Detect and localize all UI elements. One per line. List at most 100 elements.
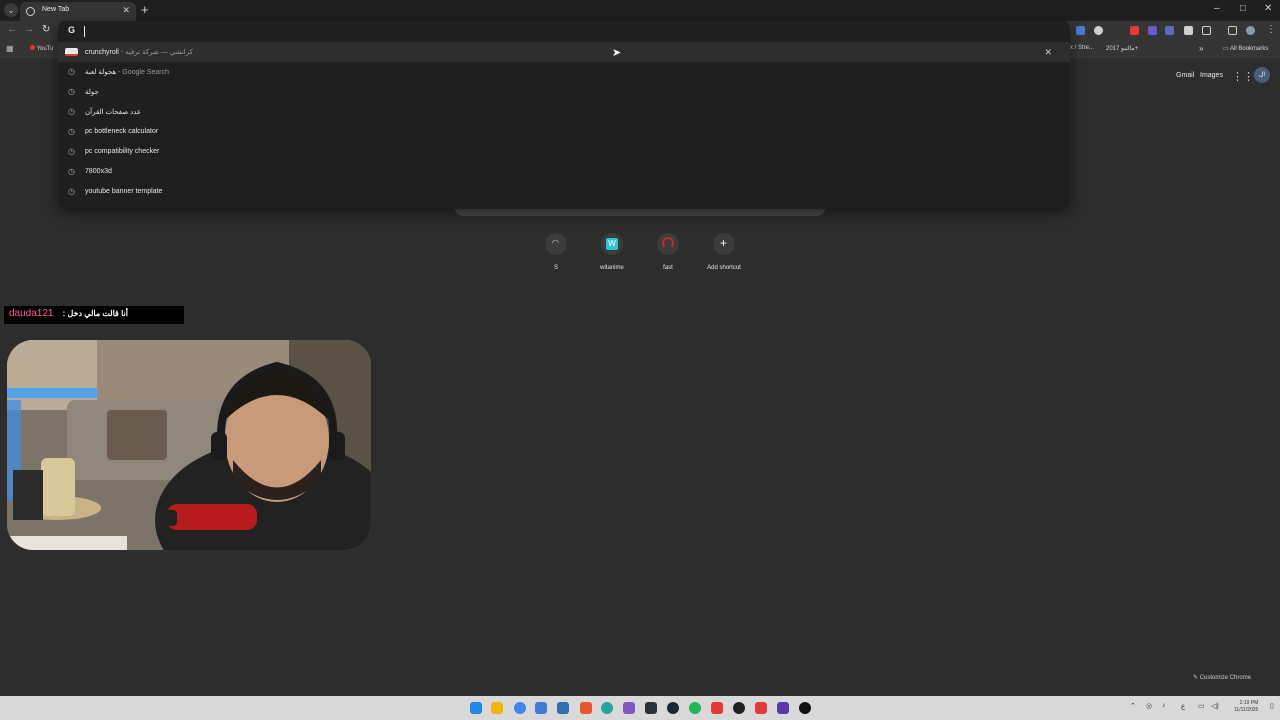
obs-icon[interactable]	[733, 702, 745, 714]
minimize-button[interactable]: –	[1214, 3, 1220, 14]
tab-search-button[interactable]: ⌄	[4, 3, 18, 17]
youtube-taskbar-icon[interactable]	[755, 702, 767, 714]
history-icon: ◷	[68, 107, 75, 116]
text-cursor	[84, 26, 85, 37]
screen: { "browser": { "tab": { "title": "New Ta…	[0, 0, 1280, 720]
extension-purple-icon[interactable]	[1148, 26, 1157, 35]
suggestion-row[interactable]: ◷ عدد صفحات القرآن	[58, 102, 1070, 122]
suggestion-sub: - كرانشي — شركة ترفيه	[120, 49, 193, 56]
speedometer-icon	[657, 233, 679, 255]
suggestion-row[interactable]: ◷ pc bottleneck calculator	[58, 122, 1070, 142]
shortcut-label: S	[553, 265, 558, 271]
steam-icon[interactable]	[667, 702, 679, 714]
suggestion-row[interactable]: crunchyroll - كرانشي — شركة ترفيه ✕	[58, 42, 1070, 62]
suggestion-text-wrap: هجولة لعبة - Google Search	[85, 68, 169, 76]
shortcut-label: witanime	[600, 265, 624, 271]
all-bookmarks[interactable]: ▭ All Bookmarks	[1223, 45, 1268, 52]
forward-icon[interactable]: →	[24, 24, 34, 35]
bookmark-arabic[interactable]: مالتيو 2017+	[1106, 45, 1138, 52]
bookmark-youtube-label: YouTu	[36, 46, 54, 52]
reload-icon[interactable]: ↻	[42, 24, 50, 35]
app-red-icon[interactable]	[711, 702, 723, 714]
suggestion-text: هجولة لعبة	[85, 69, 117, 76]
chevron-up-icon[interactable]: ⌃	[1130, 702, 1136, 710]
add-shortcut-button[interactable]: + Add shortcut	[696, 233, 752, 271]
tab-close-icon[interactable]: ✕	[122, 5, 130, 16]
webcam-illustration	[7, 340, 371, 550]
history-icon: ◷	[68, 187, 75, 196]
file-explorer-icon[interactable]	[491, 702, 503, 714]
pencil-icon: ✎	[1193, 675, 1200, 681]
tab-new-tab[interactable]: New Tab ✕	[20, 2, 136, 21]
history-icon: ◷	[68, 87, 75, 96]
suggestion-row[interactable]: ◷ هجولة لعبة - Google Search	[58, 62, 1070, 82]
omnibox-dropdown: G crunchyroll - كرانشي — شركة ترفيه ✕ ◷ …	[58, 21, 1070, 209]
suggestion-text-wrap: crunchyroll - كرانشي — شركة ترفيه	[85, 48, 193, 56]
brave-icon[interactable]	[580, 702, 592, 714]
mic-icon[interactable]: ♪	[1162, 702, 1166, 709]
images-link[interactable]: Images	[1200, 72, 1223, 79]
shield-icon[interactable]	[1184, 26, 1193, 35]
clock[interactable]: 2:19 PM 11/11/2025	[1234, 700, 1258, 714]
gmail-link[interactable]: Gmail	[1176, 72, 1194, 79]
extension-icon[interactable]	[1094, 26, 1103, 35]
new-tab-button[interactable]: +	[141, 2, 149, 17]
extensions-puzzle-icon[interactable]	[1202, 26, 1211, 35]
language-indicator[interactable]: ع	[1181, 702, 1185, 710]
clock-time: 2:19 PM	[1239, 700, 1259, 706]
history-icon: ◷	[68, 147, 75, 156]
shortcut-label: fast	[663, 265, 673, 271]
witanime-icon: W	[601, 233, 623, 255]
menu-icon[interactable]: ⋮	[1266, 24, 1276, 35]
extension-red-icon[interactable]	[1130, 26, 1139, 35]
app-purple-icon[interactable]	[623, 702, 635, 714]
back-icon[interactable]: ←	[7, 24, 17, 35]
maximize-button[interactable]: □	[1240, 3, 1246, 14]
display-icon[interactable]: ▭	[1198, 702, 1205, 710]
mouse-cursor-icon: ➤	[612, 47, 622, 59]
all-bookmarks-label: All Bookmarks	[1230, 46, 1269, 52]
store-icon[interactable]	[557, 702, 569, 714]
profile-icon[interactable]	[1246, 26, 1255, 35]
history-icon: ◷	[68, 127, 75, 136]
shortcut-s[interactable]: ◠ S	[528, 233, 584, 271]
extension-blue-icon[interactable]	[1165, 26, 1174, 35]
tab-bar: ⌄ New Tab ✕ + – □ ✕	[0, 0, 1280, 21]
tab-search-icon[interactable]	[1228, 26, 1237, 35]
spotify-icon[interactable]	[689, 702, 701, 714]
suggestion-text: pc compatibility checker	[85, 148, 160, 155]
shortcut-witanime[interactable]: W witanime	[584, 233, 640, 271]
youtube-icon	[30, 45, 35, 50]
bookmark-x[interactable]: x / Stre...	[1070, 45, 1094, 51]
customize-chrome-button[interactable]: ✎ Customize Chrome	[1193, 674, 1273, 688]
chrome-icon	[26, 7, 35, 16]
suggestion-text: crunchyroll	[85, 49, 119, 56]
twitch-icon[interactable]	[777, 702, 789, 714]
app-dark-icon[interactable]	[645, 702, 657, 714]
apps-grid-icon[interactable]: ▦	[6, 44, 14, 53]
volume-icon[interactable]: ◁)	[1211, 702, 1219, 710]
suggestion-row[interactable]: ◷ جولة	[58, 82, 1070, 102]
chrome-taskbar-icon[interactable]	[514, 702, 526, 714]
windows-start-icon[interactable]	[470, 702, 482, 714]
suggestion-row[interactable]: ◷ pc compatibility checker	[58, 142, 1070, 162]
edge-icon[interactable]	[601, 702, 613, 714]
address-bar[interactable]: G	[58, 21, 1070, 42]
history-icon: ◷	[68, 167, 75, 176]
shortcut-label: Add shortcut	[707, 265, 741, 271]
notification-icon[interactable]: ▯	[1270, 702, 1274, 710]
translate-extension-icon[interactable]	[1076, 26, 1085, 35]
tiktok-icon[interactable]	[799, 702, 811, 714]
close-window-button[interactable]: ✕	[1264, 3, 1272, 14]
customize-label: Customize Chrome	[1199, 675, 1252, 681]
bookmark-youtube[interactable]: YouTu	[30, 45, 53, 52]
suggestion-text: youtube banner template	[85, 188, 163, 195]
app-icon[interactable]	[535, 702, 547, 714]
suggestion-row[interactable]: ◷ 7800x3d	[58, 162, 1070, 182]
remove-suggestion-icon[interactable]: ✕	[1044, 47, 1052, 58]
avatar[interactable]: ال	[1254, 67, 1270, 83]
shortcut-fast[interactable]: fast	[640, 233, 696, 271]
suggestion-row[interactable]: ◷ youtube banner template	[58, 182, 1070, 202]
chevron-right-icon[interactable]: »	[1199, 44, 1203, 53]
network-icon[interactable]: ◎	[1146, 702, 1152, 710]
